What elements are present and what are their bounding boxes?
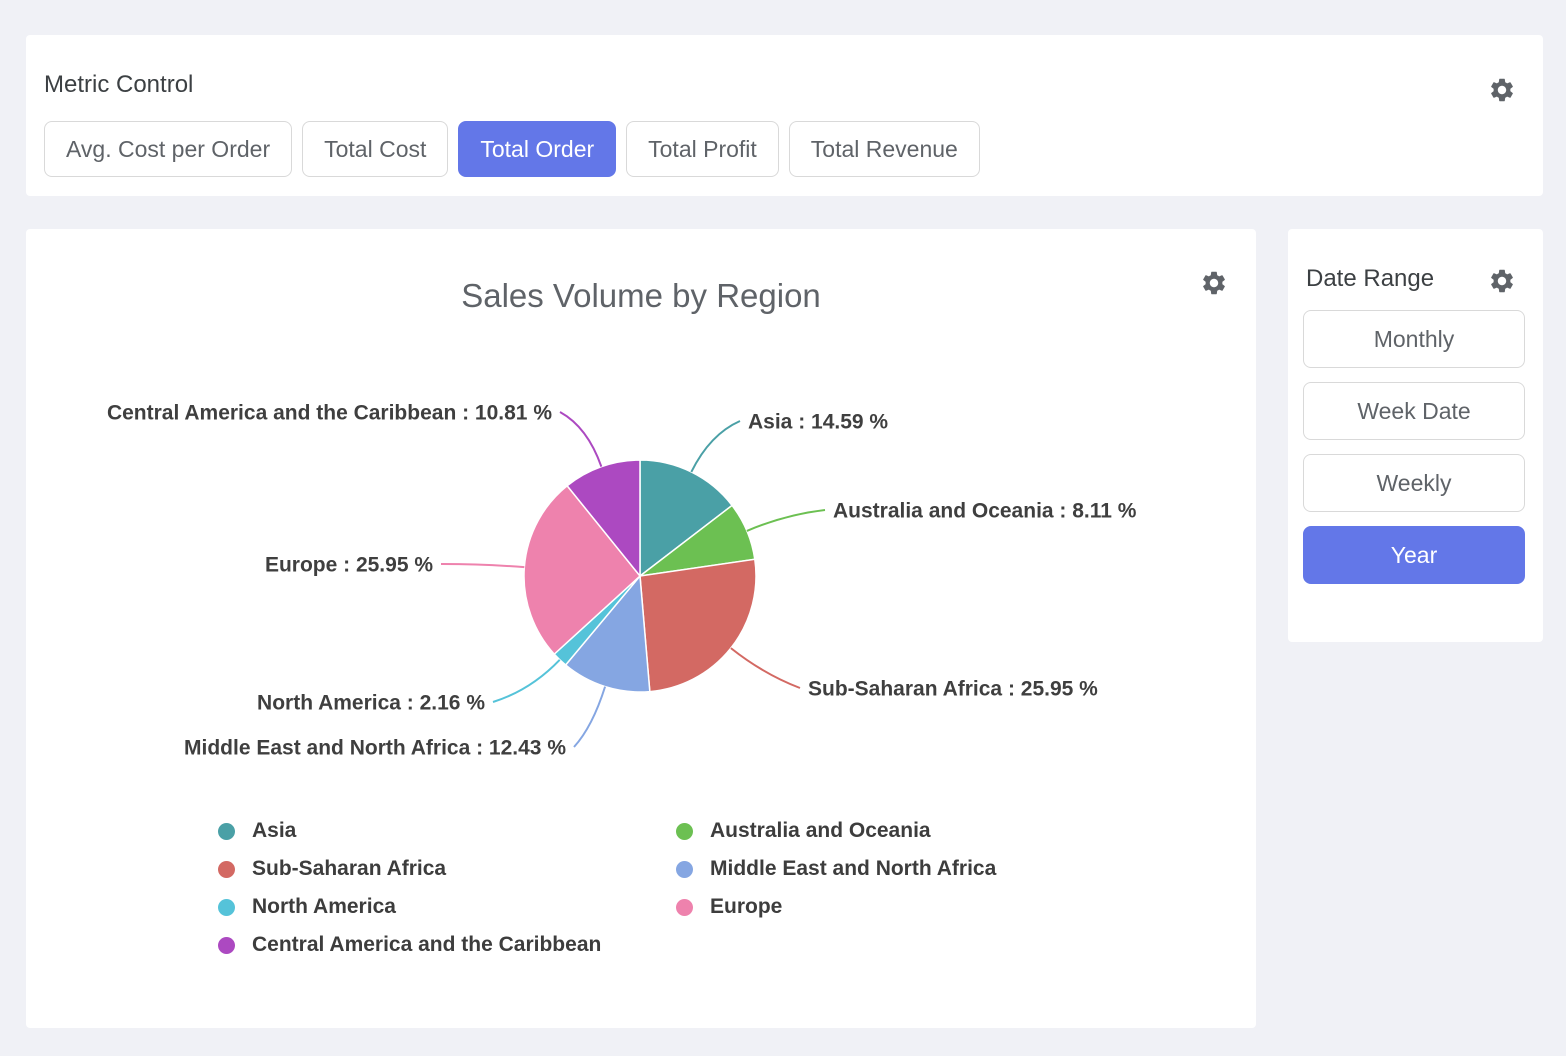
slice-label-central-america-and-the-caribbean: Central America and the Caribbean : 10.8… [107, 401, 552, 424]
legend-dot-europe [676, 899, 693, 916]
legend-dot-central-america-and-the-caribbean [218, 937, 235, 954]
legend-label-asia: Asia [252, 819, 296, 843]
legend-item-europe[interactable]: Europe [676, 895, 782, 919]
metric-button-group: Avg. Cost per OrderTotal CostTotal Order… [44, 121, 980, 177]
label-line-sub-saharan-africa [731, 648, 800, 688]
metric-button-total-order[interactable]: Total Order [458, 121, 616, 177]
legend-label-north-america: North America [252, 895, 396, 919]
legend-item-middle-east-and-north-africa[interactable]: Middle East and North Africa [676, 857, 996, 881]
metric-button-total-revenue[interactable]: Total Revenue [789, 121, 980, 177]
legend-label-sub-saharan-africa: Sub-Saharan Africa [252, 857, 446, 881]
legend-label-middle-east-and-north-africa: Middle East and North Africa [710, 857, 996, 881]
date-range-button-weekly[interactable]: Weekly [1303, 454, 1525, 512]
legend-label-central-america-and-the-caribbean: Central America and the Caribbean [252, 933, 601, 957]
pie-chart: Asia : 14.59 % Australia and Oceania : 8.… [26, 229, 1256, 929]
legend-dot-north-america [218, 899, 235, 916]
date-range-button-year[interactable]: Year [1303, 526, 1525, 584]
label-line-asia [691, 421, 740, 472]
metric-control-panel: Metric Control Avg. Cost per OrderTotal … [26, 35, 1543, 196]
label-line-australia-and-oceania [747, 510, 825, 531]
metric-button-total-cost[interactable]: Total Cost [302, 121, 448, 177]
slice-label-north-america: North America : 2.16 % [257, 691, 485, 714]
legend-label-europe: Europe [710, 895, 782, 919]
legend-item-north-america[interactable]: North America [218, 895, 396, 919]
legend-dot-australia-and-oceania [676, 823, 693, 840]
date-range-button-monthly[interactable]: Monthly [1303, 310, 1525, 368]
pie-slice-sub-saharan-africa[interactable] [640, 559, 756, 691]
metric-button-total-profit[interactable]: Total Profit [626, 121, 779, 177]
date-range-panel: Date Range Monthly Week Date Weekly Year [1288, 229, 1543, 642]
label-line-north-america [493, 660, 560, 702]
metric-control-title: Metric Control [44, 71, 193, 99]
legend-item-australia-and-oceania[interactable]: Australia and Oceania [676, 819, 931, 843]
slice-label-asia: Asia : 14.59 % [748, 410, 888, 433]
metric-button-avg-cost-per-order[interactable]: Avg. Cost per Order [44, 121, 292, 177]
label-line-central-america-and-the-caribbean [560, 412, 601, 467]
date-range-title: Date Range [1306, 265, 1434, 293]
legend-dot-sub-saharan-africa [218, 861, 235, 878]
slice-label-middle-east-and-north-africa: Middle East and North Africa : 12.43 % [184, 736, 566, 759]
date-range-gear-icon[interactable] [1488, 267, 1516, 295]
legend-item-sub-saharan-africa[interactable]: Sub-Saharan Africa [218, 857, 446, 881]
legend-label-australia-and-oceania: Australia and Oceania [710, 819, 931, 843]
label-line-middle-east-and-north-africa [574, 687, 605, 747]
legend-item-central-america-and-the-caribbean[interactable]: Central America and the Caribbean [218, 933, 601, 957]
metric-control-gear-icon[interactable] [1488, 76, 1516, 104]
label-line-europe [441, 564, 524, 567]
legend-dot-middle-east-and-north-africa [676, 861, 693, 878]
slice-label-australia-and-oceania: Australia and Oceania : 8.11 % [833, 499, 1137, 522]
legend-item-asia[interactable]: Asia [218, 819, 296, 843]
legend-dot-asia [218, 823, 235, 840]
slice-label-europe: Europe : 25.95 % [265, 553, 433, 576]
date-range-button-week-date[interactable]: Week Date [1303, 382, 1525, 440]
sales-volume-chart-panel: Sales Volume by Region Asia : 14.59 %Aus… [26, 229, 1256, 1028]
date-range-button-group: Monthly Week Date Weekly Year [1303, 310, 1525, 584]
slice-label-sub-saharan-africa: Sub-Saharan Africa : 25.95 % [808, 677, 1098, 700]
